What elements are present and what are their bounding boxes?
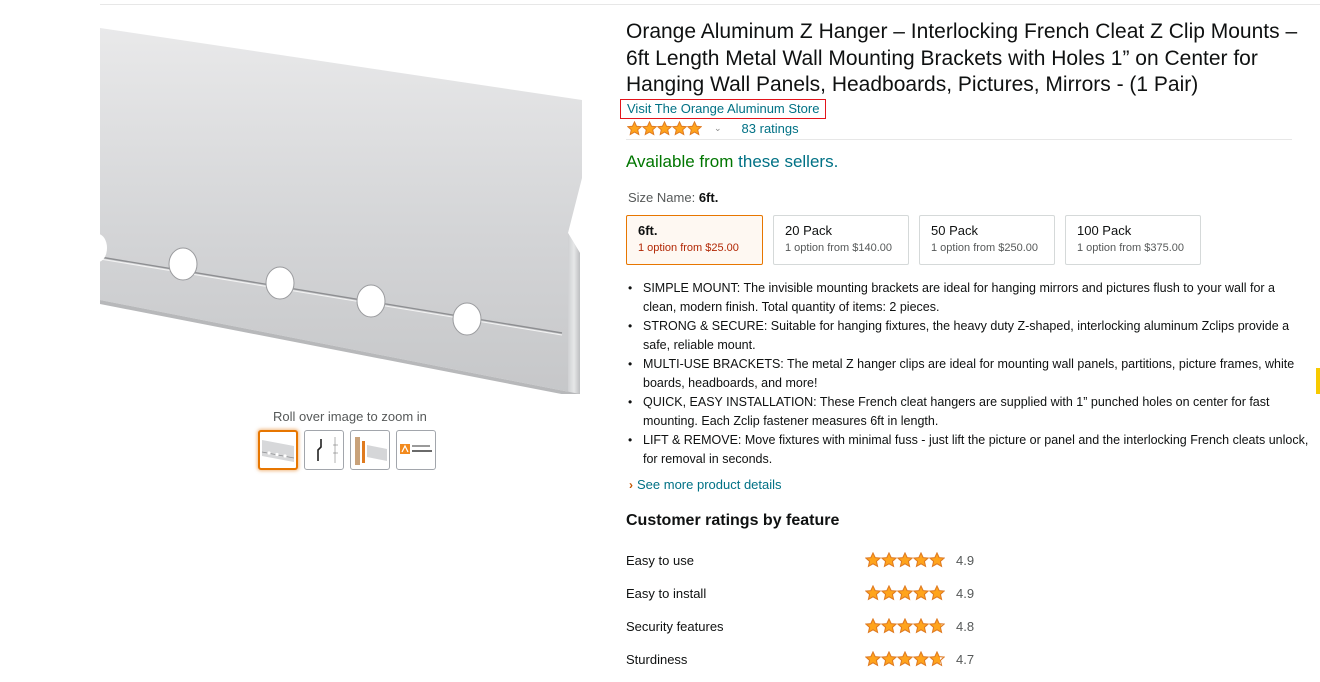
star-icon xyxy=(912,617,930,633)
star-icon xyxy=(928,617,946,633)
see-more-details-link[interactable]: › See more product details xyxy=(629,477,782,492)
star-icon xyxy=(896,584,914,600)
size-option-price: 1 option from $140.00 xyxy=(785,242,893,254)
star-icon xyxy=(864,617,882,633)
size-option-name: 100 Pack xyxy=(1077,223,1132,238)
title-divider xyxy=(626,139,1292,140)
thumb-brand-logo[interactable] xyxy=(396,430,436,470)
star-icon xyxy=(896,617,914,633)
feature-label: Easy to use xyxy=(626,553,694,568)
thumbnail-strip xyxy=(258,430,436,470)
star-icon xyxy=(626,120,643,136)
feature-label: Easy to install xyxy=(626,586,707,601)
feature-rating-row: Sturdiness 4.7 xyxy=(626,650,1026,670)
feature-score: 4.9 xyxy=(956,553,975,568)
feature-bullet: LIFT & REMOVE: Move fixtures with minima… xyxy=(628,431,1309,469)
sellers-link[interactable]: these sellers. xyxy=(738,152,838,171)
star-icon xyxy=(928,650,946,666)
star-icon xyxy=(656,120,673,136)
feature-bullet: QUICK, EASY INSTALLATION: These French c… xyxy=(628,393,1309,431)
size-name-line: Size Name: 6ft. xyxy=(628,190,718,205)
feature-stars xyxy=(864,617,946,634)
star-icon xyxy=(912,584,930,600)
feature-ratings-heading: Customer ratings by feature xyxy=(626,512,840,529)
size-option-name: 50 Pack xyxy=(931,223,978,238)
star-icon xyxy=(928,551,946,567)
feature-rating-row: Easy to use 4.9 xyxy=(626,551,1026,571)
star-icon xyxy=(896,551,914,567)
star-icon xyxy=(928,584,946,600)
star-icon xyxy=(880,551,898,567)
edge-marker xyxy=(1316,368,1320,394)
star-icon xyxy=(880,650,898,666)
star-icon xyxy=(880,584,898,600)
feature-rating-row: Easy to install 4.9 xyxy=(626,584,1026,604)
main-product-image[interactable] xyxy=(100,28,582,394)
feature-score: 4.9 xyxy=(956,586,975,601)
ratings-count-link[interactable]: 83 ratings xyxy=(742,121,799,136)
size-option-name: 20 Pack xyxy=(785,223,832,238)
zoom-hint: Roll over image to zoom in xyxy=(273,409,427,424)
size-option-6ft[interactable]: 6ft. 1 option from $25.00 xyxy=(626,215,763,265)
feature-stars xyxy=(864,551,946,568)
size-option-price: 1 option from $375.00 xyxy=(1077,242,1185,254)
visit-store-link[interactable]: Visit The Orange Aluminum Store xyxy=(620,99,827,119)
star-icon xyxy=(912,650,930,666)
star-icon xyxy=(686,120,703,136)
feature-stars xyxy=(864,584,946,601)
size-option-price: 1 option from $250.00 xyxy=(931,242,1039,254)
feature-bullet: STRONG & SECURE: Suitable for hanging fi… xyxy=(628,317,1309,355)
product-title: Orange Aluminum Z Hanger – Interlocking … xyxy=(626,20,1298,96)
star-icon xyxy=(671,120,688,136)
rating-stars[interactable] xyxy=(626,120,703,136)
star-icon xyxy=(896,650,914,666)
feature-bullet: SIMPLE MOUNT: The invisible mounting bra… xyxy=(628,279,1309,317)
feature-rating-row: Security features 4.8 xyxy=(626,617,1026,637)
size-option-50-pack[interactable]: 50 Pack 1 option from $250.00 xyxy=(919,215,1055,265)
size-option-name: 6ft. xyxy=(638,223,658,238)
chevron-right-icon: › xyxy=(629,478,633,492)
star-icon xyxy=(641,120,658,136)
star-icon xyxy=(864,650,882,666)
feature-label: Security features xyxy=(626,619,724,634)
chevron-down-icon[interactable]: ⌄ xyxy=(714,123,722,134)
star-icon xyxy=(880,617,898,633)
size-option-price: 1 option from $25.00 xyxy=(638,242,739,254)
size-name-label: Size Name: xyxy=(628,190,696,205)
star-icon xyxy=(864,584,882,600)
star-icon xyxy=(864,551,882,567)
availability-message: Available from these sellers. xyxy=(626,152,838,172)
top-divider xyxy=(100,4,1320,5)
feature-score: 4.8 xyxy=(956,619,975,634)
size-options: 6ft. 1 option from $25.00 20 Pack 1 opti… xyxy=(626,215,1201,265)
size-option-100-pack[interactable]: 100 Pack 1 option from $375.00 xyxy=(1065,215,1201,265)
availability-text: Available from xyxy=(626,152,734,171)
feature-score: 4.7 xyxy=(956,652,975,667)
feature-label: Sturdiness xyxy=(626,652,688,667)
feature-bullet: MULTI-USE BRACKETS: The metal Z hanger c… xyxy=(628,355,1309,393)
size-name-value: 6ft. xyxy=(698,190,719,205)
feature-stars xyxy=(864,650,946,667)
thumb-dimension-diagram[interactable] xyxy=(304,430,344,470)
thumb-mounted-profile[interactable] xyxy=(350,430,390,470)
see-more-label: See more product details xyxy=(637,477,782,492)
star-icon xyxy=(912,551,930,567)
thumb-hanger-closeup[interactable] xyxy=(258,430,298,470)
size-option-20-pack[interactable]: 20 Pack 1 option from $140.00 xyxy=(773,215,909,265)
feature-bullets: SIMPLE MOUNT: The invisible mounting bra… xyxy=(626,279,1309,469)
rating-summary: ⌄ 83 ratings xyxy=(626,120,799,136)
